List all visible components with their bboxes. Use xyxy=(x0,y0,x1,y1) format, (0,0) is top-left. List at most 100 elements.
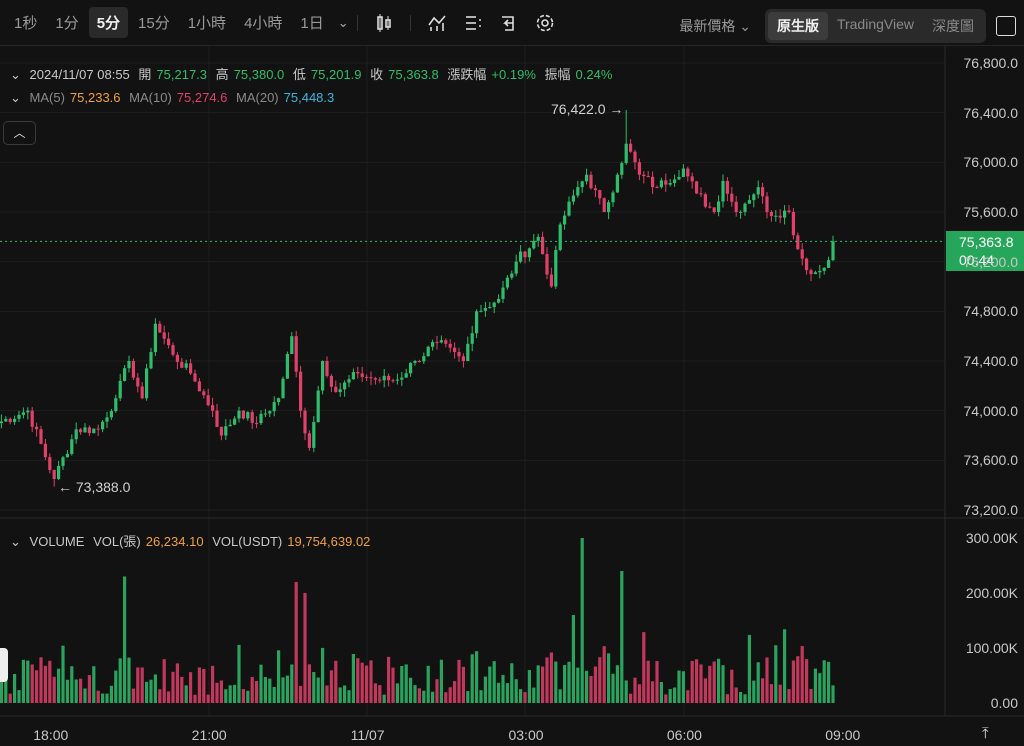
volume-bar xyxy=(404,664,408,703)
candle-body xyxy=(259,413,263,424)
candle-body xyxy=(721,180,725,202)
volume-bar xyxy=(690,660,694,703)
reset-scale-icon[interactable]: ⤒ xyxy=(982,725,989,742)
candle-body xyxy=(92,428,96,434)
candle-body xyxy=(765,196,769,212)
amplitude-label: 振幅 xyxy=(544,67,571,82)
volume-bar xyxy=(725,694,729,703)
candle-body xyxy=(197,381,201,392)
ma10-value: 75,274.6 xyxy=(176,90,228,105)
volume-bar xyxy=(827,661,831,703)
volume-bar xyxy=(105,693,109,703)
panel-drag-handle[interactable] xyxy=(0,648,8,682)
candle-body xyxy=(805,258,809,271)
candle-body xyxy=(809,270,813,275)
volume-bar xyxy=(193,694,197,703)
volume-title: VOLUME xyxy=(29,534,85,549)
collapse-legend-button[interactable]: ︿ xyxy=(3,121,36,145)
candle-body xyxy=(272,402,276,412)
candle-body xyxy=(202,391,206,396)
volume-bar xyxy=(281,677,285,703)
volume-bar xyxy=(365,665,369,703)
time-tick-label: 11/07 xyxy=(350,727,385,743)
volume-bar xyxy=(497,682,501,703)
volume-toggle-icon[interactable]: ⌄ xyxy=(10,534,21,549)
volume-bar xyxy=(514,679,518,703)
volume-bar xyxy=(734,687,738,703)
volume-bar xyxy=(585,670,589,703)
volume-bar xyxy=(519,689,523,703)
price-tick-label: 74,400.0 xyxy=(963,353,1019,369)
candle-body xyxy=(233,418,237,425)
candle-body xyxy=(114,398,118,412)
candle-body xyxy=(101,421,105,430)
high-label: 高 xyxy=(215,67,229,82)
volume-bar xyxy=(563,665,567,703)
candle-body xyxy=(87,427,91,434)
candle-body xyxy=(642,174,646,177)
candle-body xyxy=(545,254,549,275)
volume-bar xyxy=(312,672,316,703)
candle-body xyxy=(734,201,738,212)
candle-body xyxy=(109,411,113,418)
volume-bar xyxy=(580,538,584,703)
candle-body xyxy=(65,453,69,458)
volume-bar xyxy=(329,670,333,703)
candle-body xyxy=(206,395,210,406)
candle-body xyxy=(505,277,509,288)
volume-bar xyxy=(96,690,100,703)
volume-bar xyxy=(215,682,219,703)
candle-body xyxy=(439,340,443,343)
volume-bar xyxy=(356,658,360,703)
candle-body xyxy=(140,386,144,399)
price-tick-label: 73,600.0 xyxy=(963,452,1019,469)
volume-bar xyxy=(712,661,716,703)
candle-body xyxy=(743,203,747,212)
volume-bar xyxy=(233,684,237,703)
time-tick-label: 21:00 xyxy=(191,727,227,743)
volume-bar xyxy=(369,660,373,703)
candle-body xyxy=(769,212,773,217)
candle-body xyxy=(615,174,619,193)
candle-body xyxy=(457,352,461,357)
candle-body xyxy=(404,373,408,378)
candle-body xyxy=(413,361,417,363)
legend-toggle-icon[interactable]: ⌄ xyxy=(10,67,21,82)
volume-bar xyxy=(167,691,171,703)
candle-body xyxy=(774,215,778,217)
candle-body xyxy=(712,207,716,212)
volume-bar xyxy=(17,690,21,703)
volume-bar xyxy=(109,685,113,703)
volume-bar xyxy=(554,661,558,703)
candle-body xyxy=(180,361,184,368)
time-tick-label: 18:00 xyxy=(33,727,69,743)
candle-body xyxy=(136,377,140,387)
volume-bar xyxy=(272,686,276,703)
volume-bar xyxy=(505,683,509,703)
candle-body xyxy=(778,215,782,218)
candle-body xyxy=(312,422,316,448)
candle-body xyxy=(563,215,567,225)
volume-bar xyxy=(673,687,677,703)
volume-bar xyxy=(831,685,835,703)
candle-body xyxy=(461,356,465,361)
candle-body xyxy=(453,347,457,353)
volume-bar xyxy=(65,679,69,703)
volume-bar xyxy=(277,650,281,703)
price-tick-label: 73,200.0 xyxy=(963,502,1019,518)
candle-body xyxy=(382,375,386,381)
candle-body xyxy=(567,201,571,216)
volume-bar xyxy=(61,645,65,703)
candle-body xyxy=(796,235,800,250)
volume-bar xyxy=(378,685,382,703)
candle-body xyxy=(637,162,641,175)
ma-toggle-icon[interactable]: ⌄ xyxy=(10,90,21,105)
candle-body xyxy=(83,427,87,433)
candle-body xyxy=(4,418,8,422)
price-chart[interactable] xyxy=(0,0,1024,746)
candle-body xyxy=(281,378,285,399)
candle-body xyxy=(167,338,171,346)
candle-body xyxy=(686,168,690,177)
candle-body xyxy=(541,236,545,255)
candle-body xyxy=(585,174,589,182)
